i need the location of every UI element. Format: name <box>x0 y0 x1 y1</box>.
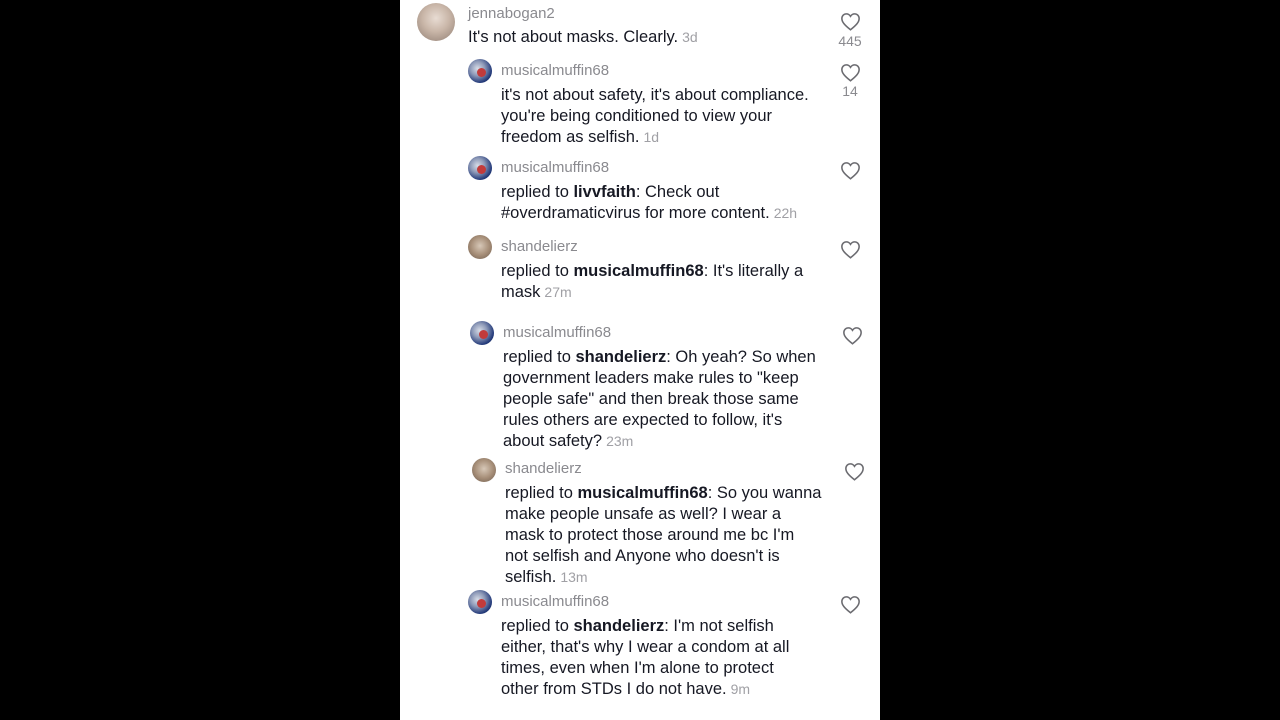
mention-link[interactable]: livvfaith <box>573 183 635 201</box>
comment-age: 27m <box>544 284 572 300</box>
comment-text: replied to livvfaith: Check out #overdra… <box>501 182 797 224</box>
comment-username[interactable]: musicalmuffin68 <box>501 159 609 176</box>
mention-link[interactable]: musicalmuffin68 <box>577 484 707 502</box>
like-button[interactable] <box>842 462 866 481</box>
like-count: 14 <box>842 83 858 99</box>
avatar[interactable] <box>472 458 496 482</box>
comment-age: 1d <box>643 129 660 145</box>
like-button[interactable] <box>838 63 862 82</box>
reply-prefix: replied to <box>505 484 578 502</box>
comment-username[interactable]: musicalmuffin68 <box>503 324 611 341</box>
avatar[interactable] <box>470 321 494 345</box>
comment-age: 3d <box>682 29 698 45</box>
reply-prefix: replied to <box>503 348 576 366</box>
comment-text: It's not about masks. Clearly. 3d <box>468 27 698 48</box>
comment-username[interactable]: musicalmuffin68 <box>501 62 609 79</box>
comment-age: 13m <box>560 569 588 585</box>
reply-prefix: replied to <box>501 262 574 280</box>
heart-icon <box>844 463 864 481</box>
comment-text: replied to shandelierz: I'm not selfish … <box>501 616 789 700</box>
mention-link[interactable]: shandelierz <box>573 617 664 635</box>
like-button[interactable] <box>838 595 862 614</box>
comment-username[interactable]: shandelierz <box>505 460 582 477</box>
reply-prefix: replied to <box>501 183 574 201</box>
mention-link[interactable]: shandelierz <box>575 348 666 366</box>
avatar[interactable] <box>468 156 492 180</box>
like-button[interactable] <box>838 161 862 180</box>
like-button[interactable] <box>838 240 862 259</box>
comment-username[interactable]: shandelierz <box>501 238 578 255</box>
heart-icon <box>840 13 860 31</box>
comment-text: replied to musicalmuffin68: It's literal… <box>501 261 803 303</box>
comment-text: replied to musicalmuffin68: So you wanna… <box>505 483 821 588</box>
like-button[interactable] <box>838 12 862 31</box>
heart-icon <box>840 162 860 180</box>
avatar[interactable] <box>468 59 492 83</box>
heart-icon <box>842 327 862 345</box>
comment-text: it's not about safety, it's about compli… <box>501 85 809 148</box>
heart-icon <box>840 241 860 259</box>
like-button[interactable] <box>840 326 864 345</box>
comments-panel: jennabogan2 It's not about masks. Clearl… <box>400 0 880 720</box>
comment-age: 9m <box>730 681 751 697</box>
mention-link[interactable]: musicalmuffin68 <box>573 262 703 280</box>
heart-icon <box>840 596 860 614</box>
avatar[interactable] <box>468 235 492 259</box>
comment-username[interactable]: jennabogan2 <box>468 5 555 22</box>
comment-age: 22h <box>773 205 798 221</box>
comment-age: 23m <box>606 433 634 449</box>
comment-body: It's not about masks. Clearly. <box>468 28 679 46</box>
comment-text: replied to shandelierz: Oh yeah? So when… <box>503 347 816 452</box>
avatar[interactable] <box>417 3 455 41</box>
heart-icon <box>840 64 860 82</box>
comment-username[interactable]: musicalmuffin68 <box>501 593 609 610</box>
reply-prefix: replied to <box>501 617 574 635</box>
like-count: 445 <box>838 33 862 49</box>
avatar[interactable] <box>468 590 492 614</box>
